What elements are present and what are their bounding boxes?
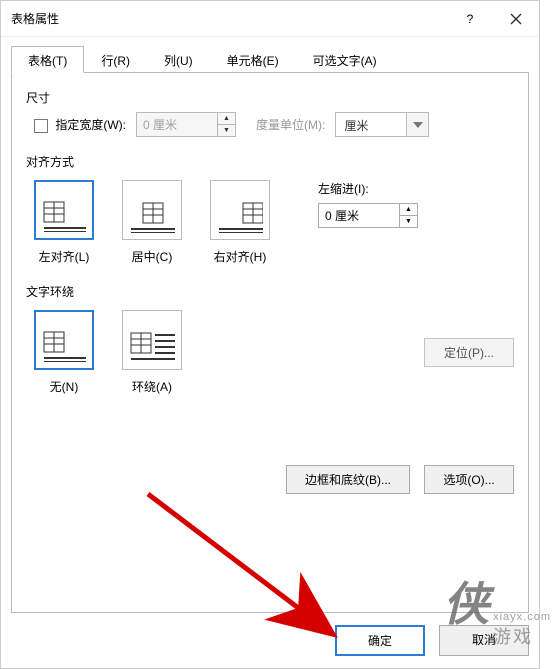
indent-column: 左缩进(I): ▲ ▼	[318, 180, 418, 228]
watermark-url: xiayx.com	[493, 611, 551, 623]
dialog-title: 表格属性	[11, 10, 447, 27]
border-shading-button[interactable]: 边框和底纹(B)...	[286, 465, 410, 494]
help-button[interactable]: ?	[447, 1, 493, 37]
tab-row[interactable]: 行(R)	[84, 46, 147, 73]
align-center-icon	[129, 197, 175, 233]
unit-value: 厘米	[336, 113, 406, 136]
watermark-logo: 侠	[443, 581, 491, 627]
position-button[interactable]: 定位(P)...	[424, 338, 514, 367]
panel-bottom-buttons: 边框和底纹(B)... 选项(O)...	[26, 465, 514, 494]
tab-cell[interactable]: 单元格(E)	[210, 46, 296, 73]
wrap-group-label: 文字环绕	[26, 283, 514, 300]
align-center[interactable]: 居中(C)	[122, 180, 182, 265]
chevron-down-icon[interactable]	[406, 113, 428, 136]
indent-spin-down[interactable]: ▼	[400, 216, 417, 227]
tab-alttext[interactable]: 可选文字(A)	[296, 46, 394, 73]
specify-width-label[interactable]: 指定宽度(W):	[34, 116, 126, 133]
align-group: 左对齐(L) 居中(C)	[34, 180, 514, 265]
table-properties-dialog: 表格属性 ? 表格(T) 行(R) 列(U) 单元格(E) 可选文字(A) 尺寸…	[0, 0, 540, 669]
tabstrip: 表格(T) 行(R) 列(U) 单元格(E) 可选文字(A)	[11, 45, 529, 73]
align-left[interactable]: 左对齐(L)	[34, 180, 94, 265]
tabpanel-table: 尺寸 指定宽度(W): ▲ ▼ 度量单位(M): 厘米	[11, 73, 529, 613]
wrap-around-icon	[129, 327, 175, 363]
indent-input[interactable]	[319, 204, 399, 227]
indent-spinbox[interactable]: ▲ ▼	[318, 203, 418, 228]
wrap-none[interactable]: 无(N)	[34, 310, 94, 395]
wrap-around[interactable]: 环绕(A)	[122, 310, 182, 395]
watermark-brand: 游戏	[493, 623, 551, 649]
titlebar: 表格属性 ?	[1, 1, 539, 37]
unit-dropdown[interactable]: 厘米	[335, 112, 429, 137]
tab-table[interactable]: 表格(T)	[11, 46, 84, 73]
indent-spin-up[interactable]: ▲	[400, 204, 417, 216]
width-spin-up[interactable]: ▲	[218, 113, 235, 125]
indent-label: 左缩进(I):	[318, 180, 418, 197]
width-spin-down[interactable]: ▼	[218, 125, 235, 136]
align-group-label: 对齐方式	[26, 153, 514, 170]
align-right-icon	[217, 197, 263, 233]
options-button[interactable]: 选项(O)...	[424, 465, 514, 494]
align-left-icon	[42, 196, 86, 232]
size-group-label: 尺寸	[26, 89, 514, 106]
watermark: 侠 xiayx.com 游戏	[443, 581, 551, 649]
align-right[interactable]: 右对齐(H)	[210, 180, 270, 265]
width-input	[137, 113, 217, 136]
wrap-group: 无(N)	[34, 310, 514, 395]
wrap-none-icon	[42, 326, 86, 362]
width-spinbox[interactable]: ▲ ▼	[136, 112, 236, 137]
dialog-client: 表格(T) 行(R) 列(U) 单元格(E) 可选文字(A) 尺寸 指定宽度(W…	[1, 37, 539, 668]
ok-button[interactable]: 确定	[335, 625, 425, 656]
unit-label: 度量单位(M):	[256, 116, 325, 133]
close-icon	[510, 13, 522, 25]
size-row: 指定宽度(W): ▲ ▼ 度量单位(M): 厘米	[34, 112, 514, 137]
specify-width-checkbox[interactable]	[34, 119, 48, 133]
close-button[interactable]	[493, 1, 539, 37]
tab-column[interactable]: 列(U)	[147, 46, 210, 73]
